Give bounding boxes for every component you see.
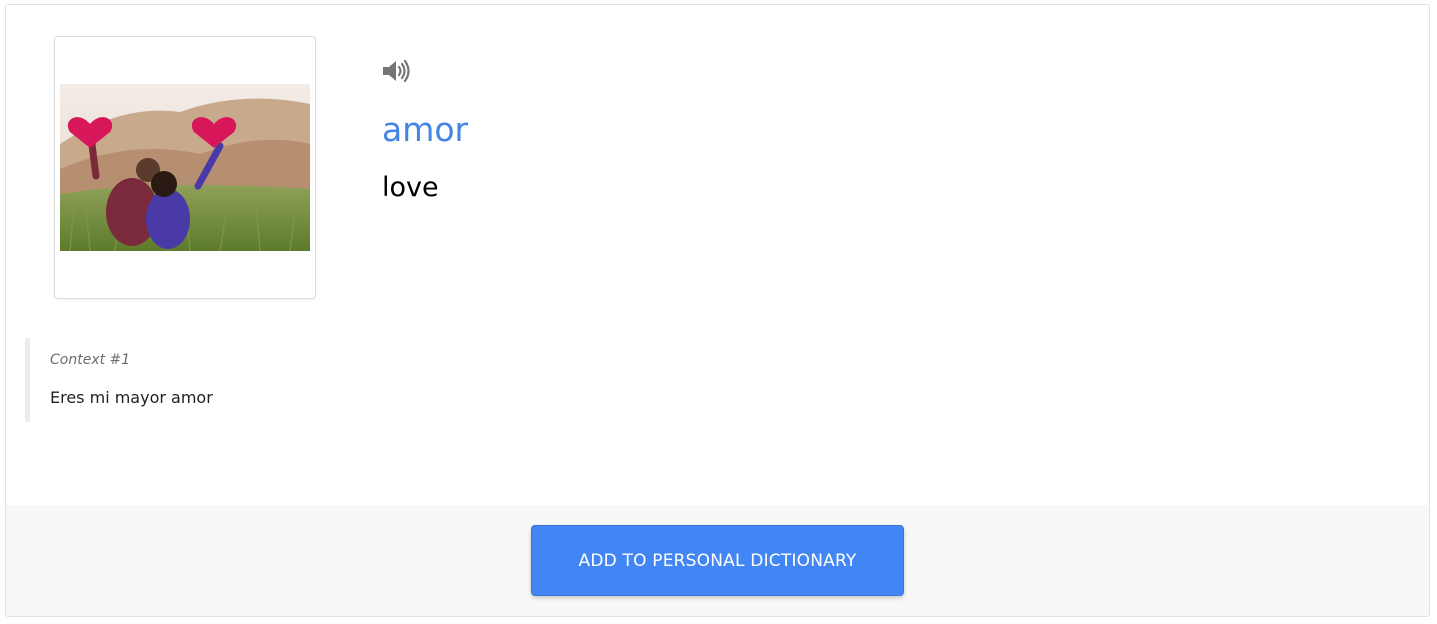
card-footer: ADD TO PERSONAL DICTIONARY — [6, 505, 1429, 616]
speaker-volume-icon[interactable] — [381, 58, 411, 84]
add-to-dictionary-button[interactable]: ADD TO PERSONAL DICTIONARY — [531, 525, 904, 596]
context-label: Context #1 — [50, 352, 131, 368]
context-quote: Context #1 Eres mi mayor amor — [25, 338, 525, 422]
word-image-frame — [54, 36, 316, 299]
word-translation: love — [382, 172, 439, 203]
word-term: amor — [382, 110, 469, 149]
context-sentence: Eres mi mayor amor — [50, 388, 213, 407]
word-illustration — [60, 84, 310, 251]
word-card: amor love Context #1 Eres mi mayor amor … — [5, 4, 1430, 617]
